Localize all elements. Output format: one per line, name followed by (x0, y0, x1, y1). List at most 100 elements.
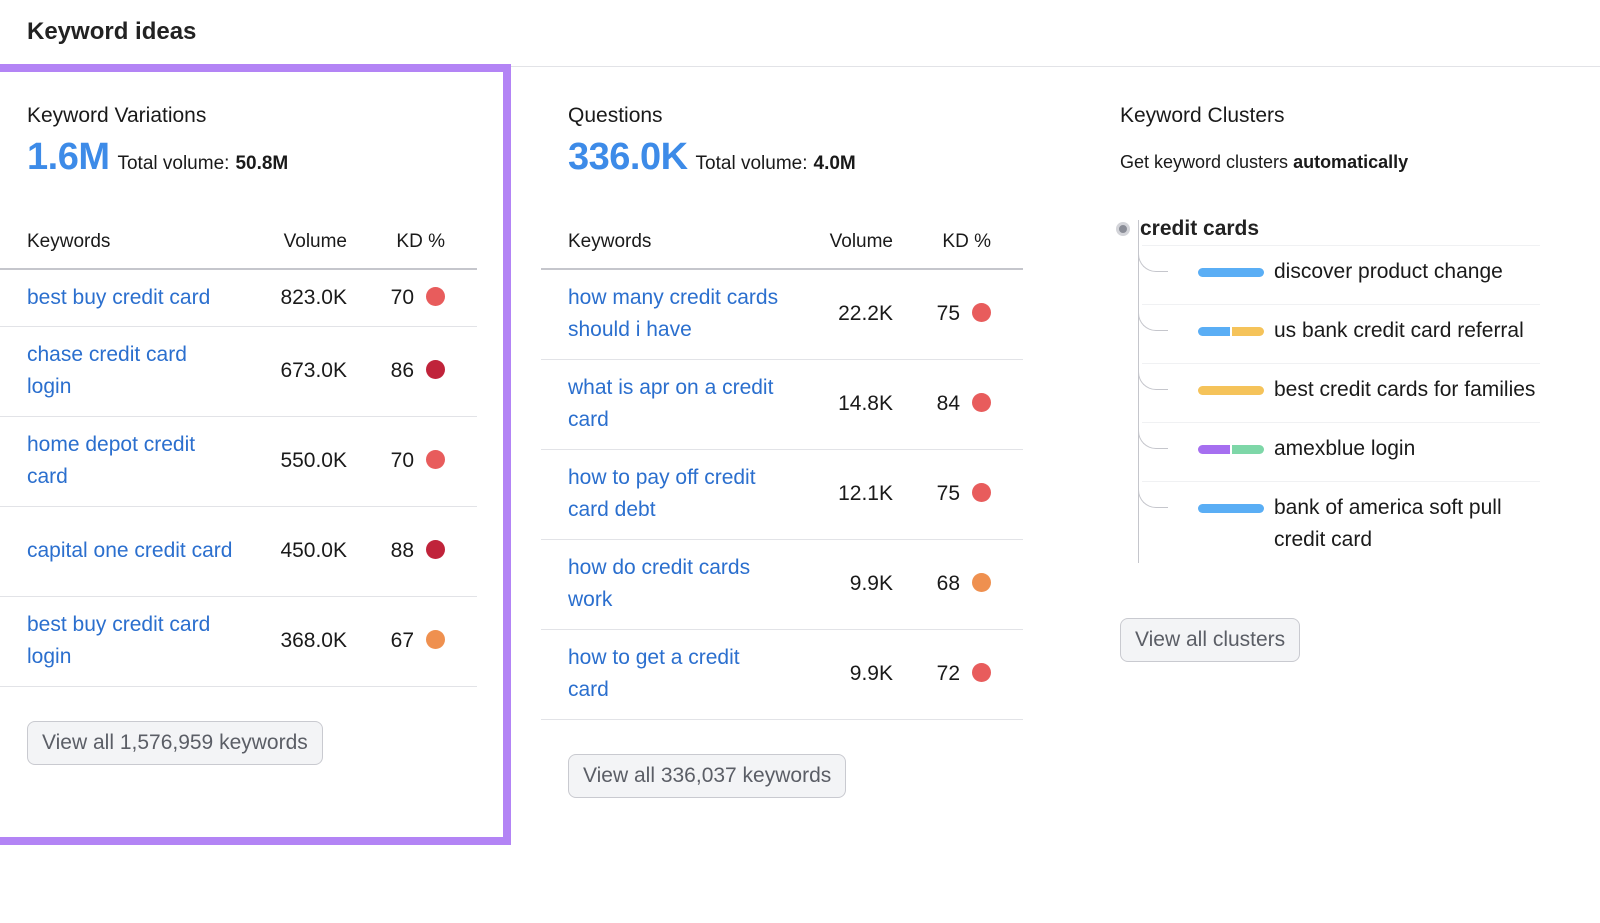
keyword-table: Keywords Volume KD % best buy credit car… (0, 215, 477, 687)
volume-cell: 368.0K (237, 596, 347, 687)
intent-segment (1198, 268, 1264, 277)
cluster-intent-bar (1198, 445, 1264, 454)
keyword-link[interactable]: home depot credit card (27, 429, 237, 493)
kd-value: 75 (936, 302, 960, 326)
kd-value: 70 (390, 449, 414, 472)
intent-segment (1232, 327, 1264, 336)
keyword-link[interactable]: what is apr on a credit card (568, 372, 783, 436)
keyword-link[interactable]: best buy credit card (27, 282, 237, 314)
kd-value: 84 (936, 392, 960, 415)
keyword-link[interactable]: best buy credit card login (27, 609, 237, 673)
kd-difficulty-dot-icon (426, 539, 445, 559)
table-row: how many credit cards should i have 22.2K… (541, 269, 1023, 360)
kd-cell: 75 (893, 269, 1023, 360)
kd-cell: 70 (347, 269, 477, 327)
keyword-cell: home depot credit card (0, 416, 237, 507)
column-header-volume: Volume (783, 215, 893, 270)
column-header-keywords: Keywords (541, 215, 783, 270)
kd-value: 72 (936, 662, 960, 685)
keyword-link[interactable]: capital one credit card (27, 535, 237, 567)
kd-difficulty-dot-icon (426, 359, 445, 379)
cluster-intent-bar (1198, 504, 1264, 513)
volume-cell: 14.8K (783, 359, 893, 450)
kd-cell: 75 (893, 449, 1023, 540)
view-all-questions-button[interactable]: View all 336,037 keywords (568, 753, 847, 798)
keyword-cell: how to pay off credit card debt (541, 449, 783, 540)
total-volume-label: Total volume: (695, 153, 808, 174)
cluster-item-label: bank of america soft pull credit card (1274, 496, 1502, 551)
table-row: how to pay off credit card debt 12.1K 75 (541, 449, 1023, 540)
table-row: best buy credit card 823.0K 70 (0, 269, 477, 327)
kd-value: 86 (390, 359, 414, 382)
volume-cell: 9.9K (783, 539, 893, 630)
cluster-item[interactable]: amexblue login (1138, 397, 1540, 481)
table-row: what is apr on a credit card 14.8K 84 (541, 359, 1023, 450)
cluster-item-label: best credit cards for families (1274, 378, 1536, 401)
cluster-root[interactable]: credit cards (1116, 213, 1540, 245)
volume-cell: 673.0K (237, 326, 347, 417)
keyword-cell: best buy credit card login (0, 596, 237, 687)
table-row: capital one credit card 450.0K 88 (0, 506, 477, 597)
column-header-kd: KD % (347, 215, 477, 270)
volume-cell: 450.0K (237, 506, 347, 597)
column-header-keywords: Keywords (0, 215, 237, 270)
total-volume-value: 50.8M (235, 153, 289, 174)
subtitle-bold: automatically (1293, 152, 1409, 172)
keyword-link[interactable]: chase credit card login (27, 339, 237, 403)
cluster-item-label: discover product change (1274, 260, 1503, 283)
kd-cell: 88 (347, 506, 477, 597)
keyword-cell: what is apr on a credit card (541, 359, 783, 450)
kd-difficulty-dot-icon (426, 286, 445, 306)
cluster-item[interactable]: us bank credit card referral (1138, 279, 1540, 363)
summary-row: 1.6M Total volume: 50.8M (27, 136, 477, 179)
volume-cell: 550.0K (237, 416, 347, 507)
kd-difficulty-dot-icon (972, 392, 991, 412)
intent-segment (1198, 386, 1264, 395)
table-row: how do credit cards work 9.9K 68 (541, 539, 1023, 630)
volume-cell: 22.2K (783, 269, 893, 360)
cluster-item-label: amexblue login (1274, 437, 1416, 460)
subtitle-text: Get keyword clusters (1120, 152, 1294, 172)
cluster-item-label: us bank credit card referral (1274, 319, 1524, 342)
summary-row: 336.0K Total volume: 4.0M (568, 136, 1023, 179)
tree-branch-connector (1138, 220, 1168, 272)
tree-branch-connector (1138, 279, 1168, 331)
section-title: Keyword Clusters (1120, 104, 1285, 127)
page-title: Keyword ideas (27, 18, 197, 45)
keyword-link[interactable]: how do credit cards work (568, 552, 783, 616)
keyword-link[interactable]: how to pay off credit card debt (568, 462, 783, 526)
kd-cell: 86 (347, 326, 477, 417)
kd-cell: 84 (893, 359, 1023, 450)
view-all-clusters-button[interactable]: View all clusters (1120, 618, 1301, 662)
kd-difficulty-dot-icon (426, 629, 445, 649)
kd-value: 67 (390, 629, 414, 652)
table-row: how to get a credit card 9.9K 72 (541, 629, 1023, 720)
intent-segment (1198, 327, 1230, 336)
total-volume-value: 4.0M (813, 153, 856, 174)
column-header-kd: KD % (893, 215, 1023, 270)
kd-value: 75 (936, 482, 960, 505)
keyword-table: Keywords Volume KD % how many credit car… (541, 215, 1023, 720)
tree-branch-connector (1138, 338, 1168, 390)
view-all-keywords-button[interactable]: View all 1,576,959 keywords (27, 720, 323, 765)
volume-cell: 9.9K (783, 629, 893, 720)
kd-difficulty-dot-icon (972, 662, 991, 682)
keyword-variations-panel: Keyword Variations 1.6M Total volume: 50… (0, 100, 477, 765)
total-volume-label: Total volume: (117, 153, 230, 174)
keyword-clusters-panel: Keyword Clusters Get keyword clusters au… (1116, 100, 1540, 662)
cluster-item[interactable]: discover product change (1138, 220, 1540, 304)
volume-cell: 12.1K (783, 449, 893, 540)
intent-segment (1232, 445, 1264, 454)
keyword-link[interactable]: how many credit cards should i have (568, 282, 783, 346)
kd-difficulty-dot-icon (426, 449, 445, 469)
cluster-item[interactable]: bank of america soft pull credit card (1138, 456, 1540, 572)
keyword-cell: how many credit cards should i have (541, 269, 783, 360)
cluster-item[interactable]: best credit cards for families (1138, 338, 1540, 422)
cluster-intent-bar (1198, 327, 1264, 336)
keyword-count: 336.0K (568, 136, 688, 178)
tree-branch-connector (1138, 397, 1168, 449)
kd-cell: 70 (347, 416, 477, 507)
volume-cell: 823.0K (237, 269, 347, 327)
keyword-link[interactable]: how to get a credit card (568, 642, 783, 706)
keyword-count: 1.6M (27, 136, 110, 178)
